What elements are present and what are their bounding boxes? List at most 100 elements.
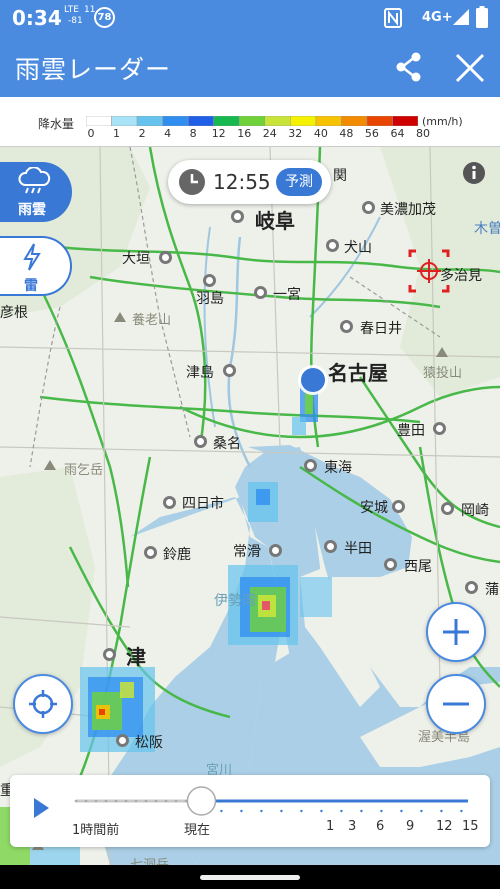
city-dot-ogaki xyxy=(159,251,172,264)
legend-swatch xyxy=(213,116,240,126)
region-kiso: 木曽 xyxy=(474,221,500,237)
play-icon[interactable] xyxy=(32,797,50,823)
legend-tick-label: 16 xyxy=(237,127,252,140)
plus-icon xyxy=(441,617,471,651)
city-anjo: 安城 xyxy=(360,500,388,516)
zoom-in-button[interactable] xyxy=(426,602,486,662)
city-matsusaka: 松阪 xyxy=(135,735,163,751)
legend-tick-label: 8 xyxy=(189,127,197,140)
terrain-sanage: 猿投山 xyxy=(423,366,463,381)
lightning-icon xyxy=(22,243,42,275)
city-dot-toyota xyxy=(433,422,446,435)
legend-tick-label: 48 xyxy=(339,127,354,140)
rain-cloud-button[interactable]: 雨雲 xyxy=(0,162,72,222)
navigation-bar xyxy=(0,865,500,889)
home-gesture-handle[interactable] xyxy=(200,875,300,880)
rain-cloud-label: 雨雲 xyxy=(18,202,46,218)
timeline-tick xyxy=(340,809,343,813)
map-base xyxy=(0,147,500,865)
timeline-dot xyxy=(74,799,78,803)
clock-icon xyxy=(178,168,206,200)
city-dot-gifu xyxy=(231,210,244,223)
close-icon[interactable] xyxy=(454,52,486,84)
timeline-dot xyxy=(154,799,158,803)
city-dot-okazaki xyxy=(441,502,454,515)
city-dot-nishio xyxy=(384,558,397,571)
city-dot-inuyama xyxy=(326,239,339,252)
legend-swatch xyxy=(86,116,112,126)
legend-tick-label: 40 xyxy=(313,127,328,140)
timeline-tick xyxy=(440,809,443,813)
notification-badge: 78 xyxy=(94,7,115,28)
legend-tick-label: 64 xyxy=(390,127,405,140)
signal-icon xyxy=(452,8,470,30)
city-dot-minokamo xyxy=(362,201,375,214)
timeline-label: 1 xyxy=(326,819,335,834)
legend-swatch xyxy=(264,116,291,126)
city-nishio: 西尾 xyxy=(404,559,432,575)
city-ogaki: 大垣 xyxy=(122,251,150,267)
precipitation-legend: 降水量 0 1 2 4 8 12 16 24 32 40 48 56 64 80 (mm/h) xyxy=(0,97,500,147)
city-dot-anjo xyxy=(392,500,405,513)
legend-swatch xyxy=(392,116,418,126)
city-suzuka: 鈴鹿 xyxy=(163,547,191,563)
legend-colorbar xyxy=(86,116,418,126)
city-dot-tokai xyxy=(304,459,317,472)
city-tokoname: 常滑 xyxy=(233,544,261,560)
timeline-label: 1時間前 xyxy=(72,823,120,838)
city-dot-ichinomiya xyxy=(254,286,267,299)
city-tokai: 東海 xyxy=(324,460,352,476)
legend-swatch xyxy=(341,116,368,126)
thunder-label: 雷 xyxy=(24,278,38,294)
water-ise-bay: 伊勢湾 xyxy=(214,593,256,609)
legend-tick-label: 4 xyxy=(164,127,172,140)
city-gamagori: 蒲 xyxy=(485,582,499,598)
legend-tick-label: 1 xyxy=(113,127,121,140)
forecast-badge: 予測 xyxy=(276,168,322,196)
city-dot-matsusaka xyxy=(116,734,129,747)
city-dot-kasugai xyxy=(340,320,353,333)
timeline-knob[interactable] xyxy=(186,786,217,816)
share-icon[interactable] xyxy=(392,50,426,84)
timeline-dot xyxy=(174,799,178,803)
city-minokamo: 美濃加茂 xyxy=(380,202,436,218)
city-tsushima: 津島 xyxy=(186,365,214,381)
zoom-out-button[interactable] xyxy=(426,674,486,734)
legend-swatch xyxy=(187,116,214,126)
timeline-labels: 1時間前 現在 1 3 6 9 12 15 xyxy=(72,819,479,838)
info-icon[interactable] xyxy=(462,161,486,189)
timeline-tick xyxy=(240,809,243,813)
city-hashima: 羽島 xyxy=(196,291,224,307)
lte-signal-bottom: -81 xyxy=(68,16,83,26)
app-bar: 雨雲レーダー xyxy=(0,36,500,97)
timeline-label: 9 xyxy=(406,819,415,834)
status-bar: 0:34 LTE 11 -81 78 4G+ xyxy=(0,0,500,36)
legend-swatch xyxy=(162,116,189,126)
timeline-panel: 1時間前 現在 1 3 6 9 12 15 xyxy=(10,775,490,847)
legend-swatch xyxy=(136,116,163,126)
timeline-label: 12 xyxy=(436,819,453,834)
timeline-slider[interactable] xyxy=(72,783,472,819)
region-seki: 関 xyxy=(333,168,347,184)
locate-button[interactable] xyxy=(13,674,73,734)
lte-label: LTE xyxy=(64,5,79,15)
timeline-tick xyxy=(460,809,463,813)
legend-swatch xyxy=(290,116,317,126)
timeline-tick xyxy=(380,809,383,813)
timeline-dot xyxy=(94,799,98,803)
terrain-nanase: 七洞岳 xyxy=(130,854,169,865)
thunder-button[interactable]: 雷 xyxy=(0,236,72,296)
city-dot-tsushima xyxy=(223,364,236,377)
legend-swatch xyxy=(315,116,342,126)
city-nagoya: 名古屋 xyxy=(328,361,388,385)
city-dot-suzuka xyxy=(144,546,157,559)
status-time: 0:34 xyxy=(12,6,62,30)
timeline-dot xyxy=(164,799,168,803)
map-view[interactable]: 岐阜 美濃加茂 木曽 大垣 犬山 多治見 彦根 羽島 一宮 春日井 津島 名古屋… xyxy=(0,147,500,865)
timeline-label: 3 xyxy=(348,819,357,834)
timeline-dot xyxy=(84,799,88,803)
legend-swatch xyxy=(366,116,393,126)
legend-swatch xyxy=(111,116,138,126)
city-gifu: 岐阜 xyxy=(255,209,295,233)
crosshair-icon xyxy=(28,689,58,723)
